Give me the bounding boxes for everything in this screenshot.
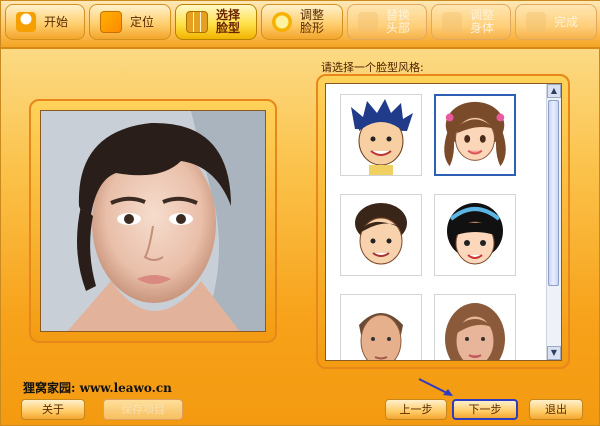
adjust-body-icon	[442, 12, 462, 32]
cartoon-face-icon	[444, 101, 506, 167]
tab-adjust-face[interactable]: 调整 脸形	[261, 4, 343, 40]
locate-icon	[100, 11, 122, 33]
tab-label: 调整 脸形	[300, 8, 325, 35]
next-step-button[interactable]: 下一步	[452, 399, 518, 420]
step-toolbar: 开始 定位 选择 脸型 调整 脸形 替换 头部 调整 身体 完成	[1, 1, 600, 49]
face-grid-icon	[186, 11, 208, 33]
prev-step-button[interactable]: 上一步	[385, 399, 447, 420]
tab-select-face[interactable]: 选择 脸型	[175, 4, 257, 40]
adjust-face-icon	[272, 12, 292, 32]
tab-adjust-body: 调整 身体	[431, 4, 511, 40]
start-icon	[16, 12, 36, 32]
portrait-image	[41, 111, 265, 331]
cartoon-face-woman-realistic[interactable]	[434, 294, 516, 360]
tab-replace-head: 替换 头部	[347, 4, 427, 40]
cartoon-face-boy-spiky[interactable]	[340, 94, 422, 176]
face-style-grid: ▲ ▼	[325, 83, 562, 361]
tab-label: 定位	[130, 14, 155, 29]
source-photo	[40, 110, 266, 332]
exit-button[interactable]: 退出	[529, 399, 583, 420]
about-button[interactable]: 关于	[21, 399, 85, 420]
tab-label: 完成	[554, 14, 579, 29]
replace-head-icon	[358, 12, 378, 32]
save-project-button: 保存项目	[103, 399, 183, 420]
scroll-thumb[interactable]	[548, 100, 559, 286]
face-grid-scrollbar[interactable]: ▲ ▼	[546, 84, 561, 360]
tab-label: 调整 身体	[470, 8, 495, 35]
face-style-prompt: 请选择一个脸型风格:	[321, 61, 424, 74]
cartoon-face-icon	[351, 99, 413, 175]
finish-icon	[526, 12, 546, 32]
app-window: 开始 定位 选择 脸型 调整 脸形 替换 头部 调整 身体 完成 请选择一个脸型…	[0, 0, 600, 426]
tab-label: 选择 脸型	[216, 8, 241, 35]
tab-finish: 完成	[515, 4, 597, 40]
scroll-up-button[interactable]: ▲	[547, 84, 561, 98]
cartoon-face-man-realistic[interactable]	[340, 294, 422, 360]
tab-label: 开始	[44, 14, 69, 29]
face-style-panel: ▲ ▼	[316, 74, 570, 369]
pointer-arrow-icon	[418, 378, 453, 396]
cartoon-face-icon	[447, 203, 503, 265]
tab-start[interactable]: 开始	[5, 4, 85, 40]
cartoon-face-icon	[355, 203, 407, 265]
cartoon-face-icon	[359, 313, 403, 360]
cartoon-face-icon	[445, 303, 505, 360]
photo-panel	[29, 99, 277, 343]
scroll-down-button[interactable]: ▼	[547, 346, 561, 360]
site-credit: 狸窝家园: www.leawo.cn	[23, 381, 172, 395]
cartoon-face-girl-bangs[interactable]	[434, 194, 516, 276]
tab-label: 替换 头部	[386, 8, 411, 35]
cartoon-face-girl-pigtails[interactable]	[434, 94, 516, 176]
cartoon-face-boy-brown[interactable]	[340, 194, 422, 276]
tab-locate[interactable]: 定位	[89, 4, 171, 40]
